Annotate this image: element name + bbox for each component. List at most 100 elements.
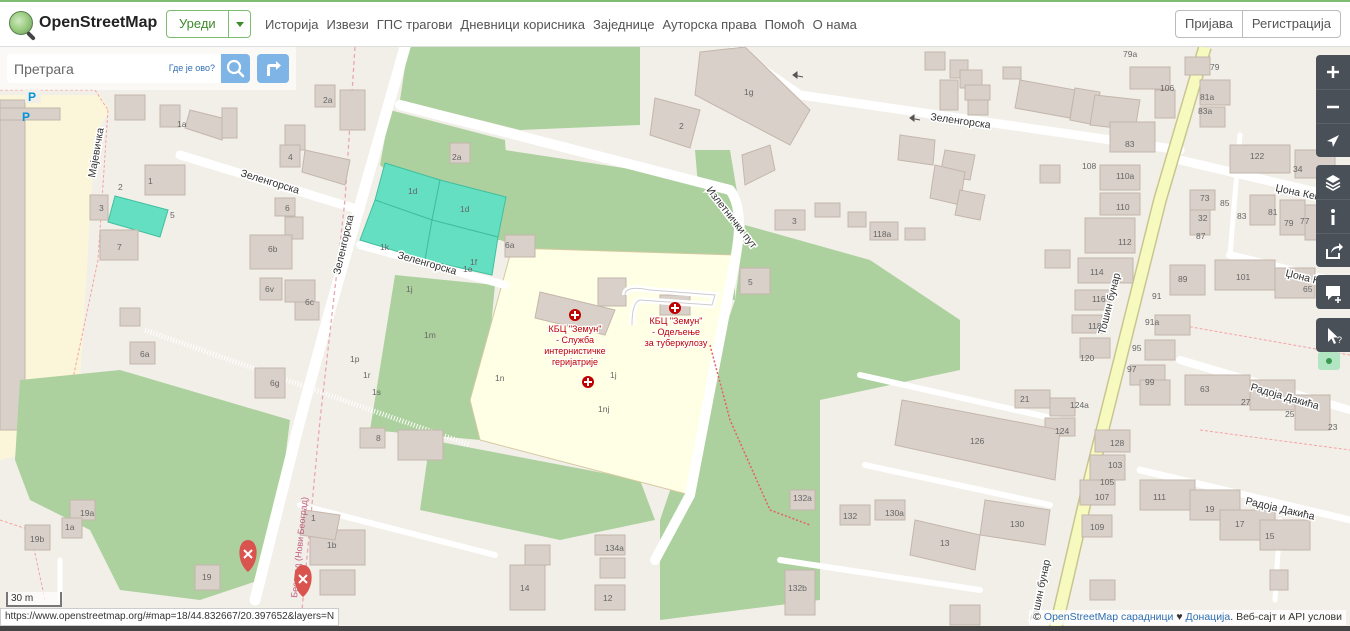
poi-label-line: - Одељење bbox=[652, 327, 700, 337]
house-number-label: 1nj bbox=[598, 404, 609, 414]
house-number-label: 1d bbox=[408, 186, 418, 196]
house-number-label: 1p bbox=[350, 354, 360, 364]
house-number-label: 128 bbox=[1110, 438, 1124, 448]
house-number-label: 15 bbox=[1265, 531, 1275, 541]
copyright-symbol: © bbox=[1033, 611, 1041, 623]
house-number-label: 130 bbox=[1010, 519, 1024, 529]
share-button[interactable] bbox=[1316, 233, 1350, 267]
layers-button[interactable] bbox=[1316, 165, 1350, 199]
map-panel-controls bbox=[1316, 165, 1350, 267]
house-number-label: 1e bbox=[463, 264, 473, 274]
search-input[interactable] bbox=[7, 54, 172, 83]
donate-link[interactable]: Донација bbox=[1185, 611, 1230, 623]
house-number-label: 14 bbox=[520, 583, 530, 593]
house-number-label: 101 bbox=[1236, 272, 1250, 282]
house-number-label: 12 bbox=[603, 593, 613, 603]
house-number-label: 118 bbox=[1088, 321, 1102, 331]
note-controls bbox=[1316, 275, 1350, 309]
zoom-out-button[interactable] bbox=[1316, 89, 1350, 123]
poi-label-line: КБЦ "Земун" bbox=[650, 316, 703, 326]
house-number-label: 110 bbox=[1116, 202, 1130, 212]
edit-button-group: Уреди bbox=[166, 10, 251, 38]
house-number-label: 132b bbox=[788, 583, 807, 593]
signup-button[interactable]: Регистрација bbox=[1242, 10, 1341, 38]
nav-about[interactable]: О нама bbox=[813, 17, 857, 32]
house-number-label: 6 bbox=[285, 203, 290, 213]
house-number-label: 1j bbox=[610, 370, 617, 380]
house-number-label: 109 bbox=[1090, 522, 1104, 532]
house-number-label: 79a bbox=[1123, 49, 1137, 59]
poi-label-line: интернистичке bbox=[544, 346, 605, 356]
nav-export[interactable]: Извези bbox=[327, 17, 369, 32]
brand-name: OpenStreetMap bbox=[39, 14, 158, 31]
house-number-label: 130a bbox=[885, 508, 904, 518]
house-number-label: 1a bbox=[65, 522, 75, 532]
house-number-label: 83 bbox=[1125, 139, 1135, 149]
query-features-button[interactable]: ? bbox=[1316, 318, 1350, 352]
status-bar-url: https://www.openstreetmap.org/#map=18/44… bbox=[0, 608, 340, 626]
info-icon bbox=[1331, 209, 1335, 225]
house-number-label: 73 bbox=[1200, 193, 1210, 203]
house-number-label: 116 bbox=[1092, 294, 1106, 304]
house-number-label: 19a bbox=[80, 508, 94, 518]
house-number-label: 5 bbox=[170, 210, 175, 220]
house-number-label: 1d bbox=[460, 204, 470, 214]
search-button[interactable] bbox=[221, 54, 250, 83]
window-bottom-edge bbox=[0, 626, 1350, 631]
house-number-label: 79 bbox=[1210, 62, 1220, 72]
house-number-label: 1k bbox=[380, 242, 390, 252]
house-number-label: 2a bbox=[452, 152, 462, 162]
house-number-label: 97 bbox=[1127, 364, 1137, 374]
house-number-label: 85 bbox=[1220, 198, 1230, 208]
search-box: Где је ово? bbox=[7, 54, 220, 83]
query-features-icon: ? bbox=[1328, 328, 1342, 345]
locate-button[interactable] bbox=[1316, 123, 1350, 157]
map-key-button[interactable] bbox=[1316, 199, 1350, 233]
parking-label: P bbox=[28, 90, 36, 104]
house-number-label: 21 bbox=[1020, 394, 1030, 404]
house-number-label: 106 bbox=[1160, 83, 1174, 93]
svg-text:?: ? bbox=[1337, 335, 1342, 345]
directions-button[interactable] bbox=[257, 54, 289, 83]
osm-contributors-link[interactable]: OpenStreetMap сарадници bbox=[1044, 611, 1173, 623]
map-tiles: P P Зеленгорска Зеленгорска Зеленгорска … bbox=[0, 47, 1350, 631]
nav-copyright[interactable]: Ауторска права bbox=[662, 17, 756, 32]
house-number-label: 91a bbox=[1145, 317, 1159, 327]
where-is-this-link[interactable]: Где је ово? bbox=[169, 63, 215, 73]
house-number-label: 2 bbox=[118, 182, 123, 192]
nav-user-diaries[interactable]: Дневници корисника bbox=[460, 17, 585, 32]
edit-dropdown-chevron-icon[interactable] bbox=[228, 10, 251, 38]
house-number-label: 103 bbox=[1108, 460, 1122, 470]
house-number-label: 1m bbox=[424, 330, 436, 340]
add-note-button[interactable] bbox=[1316, 275, 1350, 309]
poi-label-line: КБЦ "Земун" bbox=[549, 324, 602, 334]
minus-icon bbox=[1327, 105, 1339, 109]
map-attribution: © OpenStreetMap сарадници ♥ Донација. Ве… bbox=[1029, 610, 1346, 625]
house-number-label: 19 bbox=[202, 572, 212, 582]
house-number-label: 132 bbox=[843, 511, 857, 521]
house-number-label: 89 bbox=[1178, 274, 1188, 284]
zoom-in-button[interactable] bbox=[1316, 55, 1350, 89]
map-canvas[interactable]: P P Зеленгорска Зеленгорска Зеленгорска … bbox=[0, 47, 1350, 631]
house-number-label: 87 bbox=[1196, 231, 1206, 241]
house-number-label: 99 bbox=[1145, 377, 1155, 387]
house-number-label: 95 bbox=[1132, 343, 1142, 353]
brand-logo[interactable]: OpenStreetMap bbox=[9, 11, 157, 35]
nav-help[interactable]: Помоћ bbox=[765, 17, 805, 32]
house-number-label: 13 bbox=[940, 538, 950, 548]
house-number-label: 83a bbox=[1198, 106, 1212, 116]
poi-label-line: - Служба bbox=[556, 335, 594, 345]
osm-logo-icon bbox=[9, 11, 33, 35]
house-number-label: 79 bbox=[1284, 218, 1294, 228]
top-header: OpenStreetMap Уреди Историја Извези ГПС … bbox=[0, 0, 1350, 47]
house-number-label: 2a bbox=[323, 95, 333, 105]
house-number-label: 114 bbox=[1090, 267, 1104, 277]
edit-button[interactable]: Уреди bbox=[166, 10, 229, 38]
house-number-label: 65 bbox=[1303, 284, 1313, 294]
nav-communities[interactable]: Заједнице bbox=[593, 17, 654, 32]
login-button[interactable]: Пријава bbox=[1174, 10, 1243, 38]
house-number-label: 1 bbox=[148, 176, 153, 186]
nav-history[interactable]: Историја bbox=[265, 17, 319, 32]
house-number-label: 34 bbox=[1293, 164, 1303, 174]
nav-gps-traces[interactable]: ГПС трагови bbox=[377, 17, 453, 32]
